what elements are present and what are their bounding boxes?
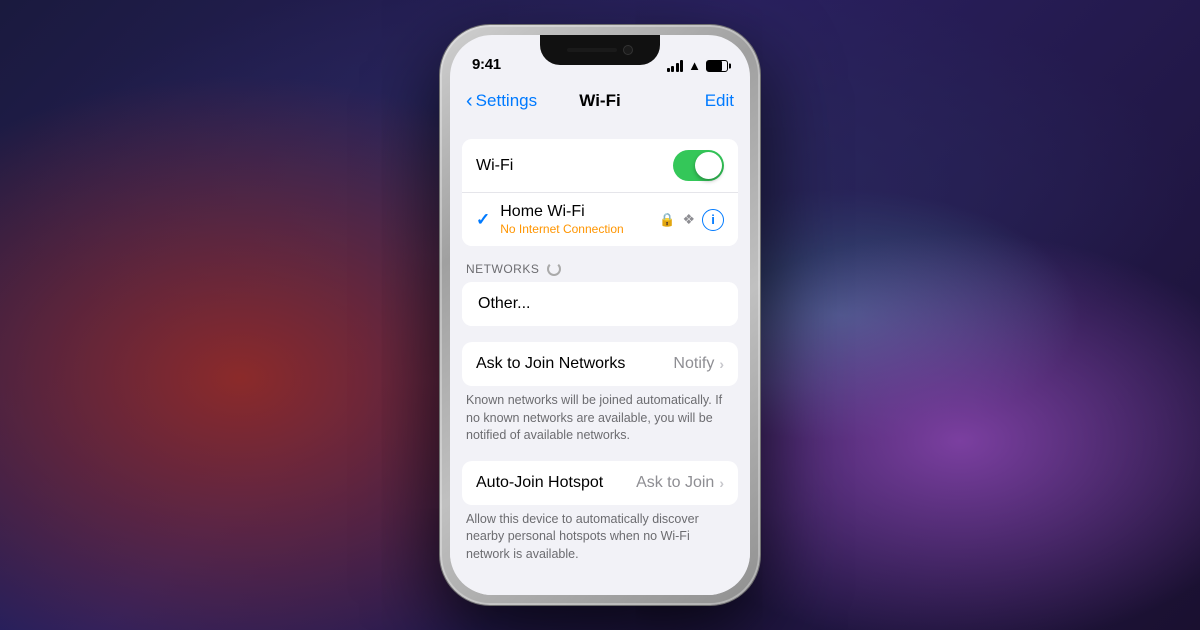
signal-bar-1 (667, 68, 670, 72)
back-label: Settings (476, 91, 537, 111)
ask-join-card-group: Ask to Join Networks Notify › (462, 342, 738, 386)
other-network-row[interactable]: Other... (462, 282, 738, 326)
signal-bar-3 (676, 63, 679, 72)
info-button[interactable]: i (702, 209, 724, 231)
page-title: Wi-Fi (579, 91, 620, 111)
networks-card-group: Other... (462, 282, 738, 326)
scene: 9:41 ▲ ‹ Set (0, 0, 1200, 630)
auto-join-value: Ask to Join (636, 474, 714, 492)
networks-header-label: NETWORKS (466, 262, 539, 276)
ask-join-value: Notify (673, 355, 714, 373)
wifi-toggle-label: Wi-Fi (476, 157, 673, 175)
auto-join-section: Auto-Join Hotspot Ask to Join › Allow th… (450, 461, 750, 564)
signal-bar-4 (680, 60, 683, 72)
scroll-content[interactable]: Wi-Fi ✓ Home Wi-Fi No Internet Connectio… (450, 123, 750, 595)
signal-bars-icon (667, 60, 684, 72)
network-name: Home Wi-Fi (500, 203, 659, 221)
back-chevron-icon: ‹ (466, 91, 473, 111)
wifi-toggle-section: Wi-Fi ✓ Home Wi-Fi No Internet Connectio… (450, 139, 750, 246)
checkmark-icon: ✓ (476, 210, 490, 230)
auto-join-label: Auto-Join Hotspot (476, 474, 636, 492)
ask-join-chevron-icon: › (719, 356, 724, 372)
loading-spinner (547, 262, 561, 276)
networks-section: NETWORKS Other... (450, 262, 750, 326)
ask-join-description: Known networks will be joined automatica… (450, 386, 750, 445)
auto-join-description: Allow this device to automatically disco… (450, 505, 750, 564)
network-actions: 🔒 ❖ i (659, 209, 724, 231)
other-network-label: Other... (478, 295, 722, 313)
auto-join-chevron-icon: › (719, 475, 724, 491)
auto-join-card-group: Auto-Join Hotspot Ask to Join › (462, 461, 738, 505)
ask-join-section: Ask to Join Networks Notify › Known netw… (450, 342, 750, 445)
speaker (567, 48, 617, 52)
network-info: Home Wi-Fi No Internet Connection (500, 203, 659, 236)
ask-join-row[interactable]: Ask to Join Networks Notify › (462, 342, 738, 386)
status-icons: ▲ (667, 58, 728, 73)
networks-header: NETWORKS (450, 262, 750, 282)
wifi-toggle-switch[interactable] (673, 150, 724, 181)
battery-fill (707, 61, 722, 71)
ask-join-label: Ask to Join Networks (476, 355, 673, 373)
camera (623, 45, 633, 55)
phone: 9:41 ▲ ‹ Set (440, 25, 760, 605)
nav-bar: ‹ Settings Wi-Fi Edit (450, 79, 750, 123)
notch (540, 35, 660, 65)
connected-network-row[interactable]: ✓ Home Wi-Fi No Internet Connection 🔒 ❖ … (462, 192, 738, 246)
wifi-toggle-row: Wi-Fi (462, 139, 738, 192)
network-status: No Internet Connection (500, 222, 659, 236)
phone-screen: 9:41 ▲ ‹ Set (450, 35, 750, 595)
back-button[interactable]: ‹ Settings (466, 91, 537, 111)
airplay-icon: ❖ (682, 211, 695, 228)
wifi-status-icon: ▲ (688, 58, 701, 73)
wifi-card-group: Wi-Fi ✓ Home Wi-Fi No Internet Connectio… (462, 139, 738, 246)
signal-bar-2 (671, 66, 674, 72)
lock-icon: 🔒 (659, 212, 675, 228)
battery-icon (706, 60, 728, 72)
auto-join-row[interactable]: Auto-Join Hotspot Ask to Join › (462, 461, 738, 505)
edit-button[interactable]: Edit (705, 91, 734, 111)
status-time: 9:41 (472, 56, 501, 73)
toggle-thumb (695, 152, 722, 179)
